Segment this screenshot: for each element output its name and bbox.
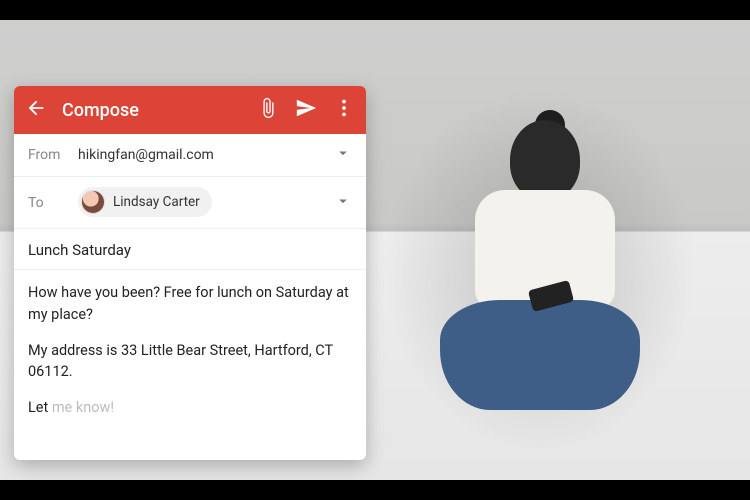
recipient-chip[interactable]: Lindsay Carter (78, 187, 212, 217)
from-expand[interactable] (334, 144, 352, 166)
body-paragraph: Let me know! (28, 397, 352, 419)
typed-text: Let (28, 399, 52, 416)
attach-button[interactable] (256, 98, 280, 122)
compose-card: Compose From hikingfan@gmail.com (14, 86, 366, 460)
smart-compose-suggestion: me know! (52, 399, 114, 416)
from-value: hikingfan@gmail.com (78, 147, 324, 163)
to-value: Lindsay Carter (78, 187, 324, 218)
to-label: To (28, 195, 68, 211)
chevron-down-icon (334, 150, 352, 166)
from-label: From (28, 147, 68, 163)
paperclip-icon (257, 97, 279, 123)
app-bar: Compose (14, 86, 366, 134)
chevron-down-icon (334, 198, 352, 214)
to-row[interactable]: To Lindsay Carter (14, 177, 366, 229)
arrow-left-icon (25, 97, 47, 123)
more-vert-icon (333, 97, 355, 123)
send-button[interactable] (294, 98, 318, 122)
person-illustration (420, 110, 640, 440)
body-paragraph: How have you been? Free for lunch on Sat… (28, 282, 352, 326)
back-button[interactable] (24, 98, 48, 122)
overflow-button[interactable] (332, 98, 356, 122)
body-field[interactable]: How have you been? Free for lunch on Sat… (14, 270, 366, 445)
to-expand[interactable] (334, 192, 352, 214)
from-row[interactable]: From hikingfan@gmail.com (14, 134, 366, 177)
recipient-name: Lindsay Carter (113, 194, 200, 210)
body-paragraph: My address is 33 Little Bear Street, Har… (28, 340, 352, 384)
subject-text: Lunch Saturday (28, 241, 131, 259)
avatar (81, 190, 105, 214)
subject-field[interactable]: Lunch Saturday (14, 229, 366, 270)
appbar-title: Compose (62, 100, 242, 121)
send-icon (295, 97, 317, 123)
